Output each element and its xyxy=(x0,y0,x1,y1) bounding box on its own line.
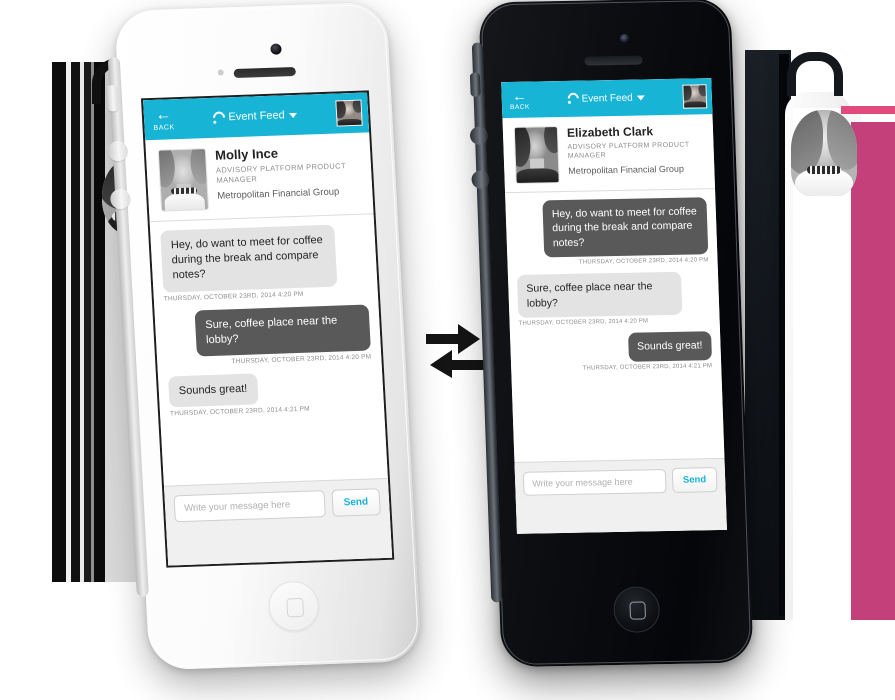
user-avatar-thumbnail[interactable] xyxy=(335,99,363,127)
home-square-icon xyxy=(286,597,305,618)
message-item: Sure, coffee place near the lobby? THURSD… xyxy=(516,272,711,328)
profile-organization: Metropolitan Financial Group xyxy=(217,186,340,202)
bg-stripe xyxy=(52,62,66,582)
rss-feed-icon xyxy=(211,108,228,126)
profile-info: Elizabeth Clark Advisory Platform Produc… xyxy=(567,123,706,175)
event-feed-dropdown[interactable]: Event Feed xyxy=(174,108,337,126)
navbar: ← BACK Event Feed xyxy=(143,92,370,141)
message-item: Sounds great! THURSDAY, OCTOBER 23RD, 201… xyxy=(519,331,713,373)
keyboard-spacer xyxy=(166,523,393,566)
message-bubble: Sure, coffee place near the lobby? xyxy=(194,303,371,357)
earpiece-speaker-icon xyxy=(584,55,643,66)
message-timestamp: THURSDAY, OCTOBER 23RD, 2014 4:20 PM xyxy=(231,353,372,366)
back-button[interactable]: ← BACK xyxy=(506,87,530,111)
message-timestamp: THURSDAY, OCTOBER 23RD, 2014 4:21 PM xyxy=(169,405,310,418)
arrow-left-icon: ← xyxy=(511,87,528,105)
bg-pink-block xyxy=(851,122,895,620)
navbar: ← BACK Event Feed xyxy=(501,78,713,119)
message-thread[interactable]: Hey, do want to meet for coffee during t… xyxy=(505,189,724,462)
message-composer: Write your message here Send xyxy=(514,457,726,504)
message-item: Hey, do want to meet for coffee during t… xyxy=(514,197,709,267)
keyboard-spacer xyxy=(515,499,727,534)
profile-header: Molly Ince Advisory Platform Product Man… xyxy=(145,132,374,223)
bg-stripe xyxy=(94,62,105,582)
profile-header: Elizabeth Clark Advisory Platform Produc… xyxy=(502,114,716,194)
silent-switch[interactable] xyxy=(106,85,119,112)
back-button[interactable]: ← BACK xyxy=(149,106,175,132)
black-phone: ← BACK Event Feed Elizabeth Clark ADVISO… xyxy=(469,0,754,668)
bg-portrait-right xyxy=(791,110,857,196)
caret-down-icon xyxy=(288,112,297,118)
bg-stripe xyxy=(84,62,91,582)
home-square-icon xyxy=(629,601,647,620)
message-bubble: Sounds great! xyxy=(627,331,713,362)
message-bubble: Hey, do want to meet for coffee during t… xyxy=(542,197,709,258)
message-item: Sounds great! THURSDAY, OCTOBER 23RD, 201… xyxy=(168,369,374,417)
message-item: Sure, coffee place near the lobby? THURSD… xyxy=(165,303,372,367)
send-button[interactable]: Send xyxy=(671,467,718,493)
background-card-right xyxy=(745,50,895,620)
send-button[interactable]: Send xyxy=(330,488,381,517)
navbar-title: Event Feed xyxy=(228,109,286,124)
bg-stripe xyxy=(71,62,80,582)
message-bubble: Sounds great! xyxy=(168,373,259,408)
user-avatar-thumbnail[interactable] xyxy=(682,84,708,109)
message-timestamp: THURSDAY, OCTOBER 23RD, 2014 4:20 PM xyxy=(163,290,304,303)
navbar-title: Event Feed xyxy=(581,92,633,105)
message-bubble: Sure, coffee place near the lobby? xyxy=(516,272,683,319)
back-label: BACK xyxy=(509,103,530,111)
caret-down-icon xyxy=(636,94,645,101)
white-phone: ← BACK Event Feed Molly Ince ADVISORY PL… xyxy=(106,1,422,671)
back-label: BACK xyxy=(153,124,175,132)
message-input[interactable]: Write your message here xyxy=(173,490,326,523)
arrow-left-icon: ← xyxy=(154,106,172,124)
chat-app-white: ← BACK Event Feed Molly Ince ADVISORY PL… xyxy=(143,92,393,566)
profile-info: Molly Ince Advisory Platform Product Man… xyxy=(215,143,363,202)
profile-photo xyxy=(157,148,210,212)
profile-photo xyxy=(513,126,560,184)
message-timestamp: THURSDAY, OCTOBER 23RD, 2014 4:20 PM xyxy=(578,257,709,267)
profile-role: Advisory Platform Product Manager xyxy=(567,141,690,161)
message-timestamp: THURSDAY, OCTOBER 23RD, 2014 4:21 PM xyxy=(582,363,713,372)
message-input[interactable]: Write your message here xyxy=(522,468,667,496)
bg-phone-outline xyxy=(787,52,843,96)
profile-role: Advisory Platform Product Manager xyxy=(215,161,347,185)
profile-organization: Metropolitan Financial Group xyxy=(568,163,685,176)
white-phone-screen: ← BACK Event Feed Molly Ince ADVISORY PL… xyxy=(140,90,395,568)
message-thread[interactable]: Hey, do want to meet for coffee during t… xyxy=(150,214,388,485)
chat-app-black: ← BACK Event Feed Elizabeth Clark ADVISO… xyxy=(501,78,727,534)
scene: ← BACK Event Feed Molly Ince ADVISORY PL… xyxy=(0,0,895,700)
black-phone-screen: ← BACK Event Feed Elizabeth Clark ADVISO… xyxy=(501,78,727,534)
event-feed-dropdown[interactable]: Event Feed xyxy=(529,90,683,107)
profile-name: Elizabeth Clark xyxy=(566,124,654,140)
rss-feed-icon xyxy=(565,90,581,107)
message-bubble: Hey, do want to meet for coffee during t… xyxy=(160,224,338,293)
message-timestamp: THURSDAY, OCTOBER 23RD, 2014 4:20 PM xyxy=(518,318,649,328)
profile-name: Molly Ince xyxy=(214,145,279,163)
silent-switch[interactable] xyxy=(469,72,481,97)
message-item: Hey, do want to meet for coffee during t… xyxy=(160,224,368,303)
two-way-arrows-icon xyxy=(424,320,486,378)
message-composer: Write your message here Send xyxy=(163,477,391,532)
